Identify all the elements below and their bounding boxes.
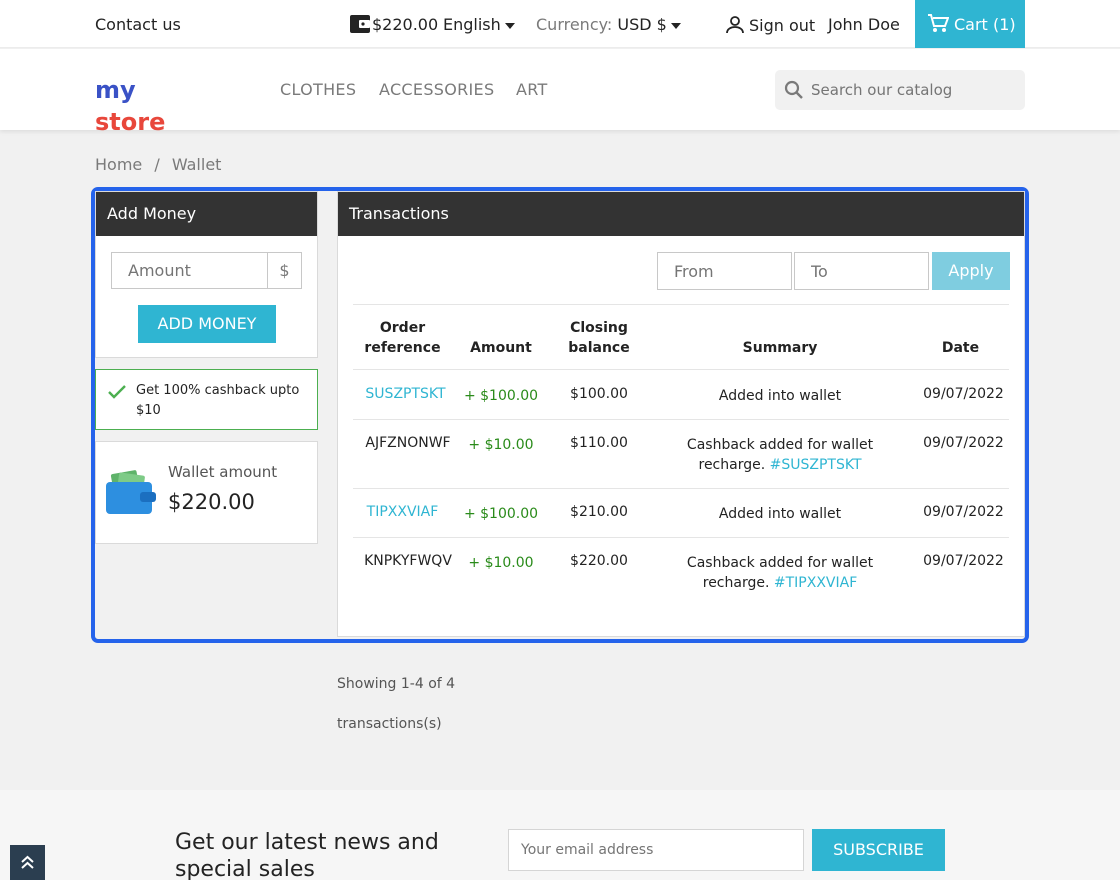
user-icon xyxy=(725,15,745,35)
transactions-title: Transactions xyxy=(338,192,1024,236)
account-link[interactable]: John Doe xyxy=(828,15,900,35)
language-selector[interactable]: English xyxy=(443,15,515,35)
double-chevron-up-icon xyxy=(20,855,35,870)
wallet-illustration-icon xyxy=(106,470,156,516)
logo-text-store: store xyxy=(95,108,166,136)
order-reference-link[interactable]: SUSZPTSKT xyxy=(353,384,458,404)
transaction-summary: Added into wallet xyxy=(718,506,842,522)
transaction-date: 09/07/2022 xyxy=(923,435,1004,451)
transaction-date: 09/07/2022 xyxy=(923,553,1004,569)
top-bar: Contact us $220.00 English Currency: USD… xyxy=(0,0,1120,48)
order-reference: AJFZNONWF xyxy=(365,435,451,451)
summary-order-link[interactable]: #TIPXXVIAF xyxy=(774,575,857,591)
store-logo[interactable]: my store xyxy=(95,74,195,136)
transaction-date: 09/07/2022 xyxy=(923,386,1004,402)
cart-icon xyxy=(927,13,950,33)
cart-label: Cart xyxy=(954,15,988,34)
breadcrumb-home[interactable]: Home xyxy=(95,155,142,174)
sign-out-link[interactable]: Sign out xyxy=(725,15,815,36)
subscribe-button[interactable]: SUBSCRIBE xyxy=(812,829,945,871)
currency-label: Currency: xyxy=(536,15,613,34)
search-box[interactable] xyxy=(775,70,1025,110)
transaction-amount: + $10.00 xyxy=(468,555,534,571)
breadcrumb-current: Wallet xyxy=(171,155,222,174)
closing-balance: $100.00 xyxy=(570,386,628,402)
order-reference-link[interactable]: TIPXXVIAF xyxy=(353,502,452,522)
sign-out-label: Sign out xyxy=(749,16,816,35)
transaction-amount: + $100.00 xyxy=(463,506,539,522)
col-header-date: Date xyxy=(941,340,980,356)
language-value: English xyxy=(443,15,501,34)
check-icon xyxy=(108,384,126,399)
chevron-down-icon xyxy=(670,22,681,29)
scroll-to-top-button[interactable] xyxy=(10,845,45,880)
newsletter-title: Get our latest news and special sales xyxy=(175,830,439,880)
to-date-input[interactable] xyxy=(794,252,929,290)
closing-balance: $210.00 xyxy=(570,504,628,520)
col-header-amount: Amount xyxy=(470,340,532,356)
breadcrumb: Home / Wallet xyxy=(95,155,221,175)
transaction-summary: Cashback added for wallet recharge. #SUS… xyxy=(678,435,882,475)
pagination-summary-line1: Showing 1-4 of 4 xyxy=(337,676,456,692)
add-money-card: Add Money $ ADD MONEY xyxy=(95,191,318,358)
summary-order-link[interactable]: #SUSZPTSKT xyxy=(770,457,862,473)
amount-input[interactable] xyxy=(111,252,268,289)
transaction-amount: + $10.00 xyxy=(468,437,534,453)
transaction-date: 09/07/2022 xyxy=(923,504,1004,520)
contact-link[interactable]: Contact us xyxy=(95,15,181,35)
cashback-notice: Get 100% cashback upto $10 xyxy=(95,369,318,430)
search-input[interactable] xyxy=(811,76,1016,104)
transaction-summary: Added into wallet xyxy=(718,388,842,404)
transactions-card: Transactions Apply Order reference Amoun… xyxy=(337,191,1025,637)
logo-text-my: my xyxy=(95,76,136,104)
search-icon[interactable] xyxy=(784,80,804,100)
breadcrumb-separator: / xyxy=(154,155,160,174)
currency-selector[interactable]: Currency: USD $ xyxy=(536,15,681,35)
cart-count: (1) xyxy=(993,15,1016,34)
nav-art[interactable]: ART xyxy=(516,80,548,99)
cart-button[interactable]: Cart (1) xyxy=(915,0,1025,48)
col-header-summary: Summary xyxy=(742,340,818,356)
col-header-order-reference: Order reference xyxy=(364,320,441,356)
wallet-icon xyxy=(350,15,370,33)
from-date-input[interactable] xyxy=(657,252,792,290)
wallet-balance-link[interactable]: $220.00 xyxy=(350,15,438,35)
apply-button[interactable]: Apply xyxy=(932,252,1010,290)
transaction-amount: + $100.00 xyxy=(463,388,539,404)
newsletter-email-input[interactable] xyxy=(508,829,804,871)
wallet-amount-value: $220.00 xyxy=(168,490,255,514)
wallet-balance: $220.00 xyxy=(372,15,439,34)
col-header-closing-balance: Closing balance xyxy=(568,320,630,356)
transaction-summary: Cashback added for wallet recharge. #TIP… xyxy=(678,553,882,593)
wallet-amount-card: Wallet amount $220.00 xyxy=(95,441,318,544)
add-money-button[interactable]: ADD MONEY xyxy=(138,305,276,343)
order-reference: KNPKYFWQV xyxy=(364,553,452,569)
closing-balance: $110.00 xyxy=(570,435,628,451)
wallet-amount-label: Wallet amount xyxy=(168,463,278,481)
nav-clothes[interactable]: CLOTHES xyxy=(280,80,356,99)
pagination-summary-line2: transactions(s) xyxy=(337,716,442,732)
closing-balance: $220.00 xyxy=(570,553,628,569)
currency-value: USD $ xyxy=(617,15,667,34)
nav-accessories[interactable]: ACCESSORIES xyxy=(379,80,494,99)
cashback-text: Get 100% cashback upto $10 xyxy=(136,383,300,418)
currency-addon: $ xyxy=(267,252,302,289)
add-money-title: Add Money xyxy=(96,192,317,236)
chevron-down-icon xyxy=(504,22,515,29)
